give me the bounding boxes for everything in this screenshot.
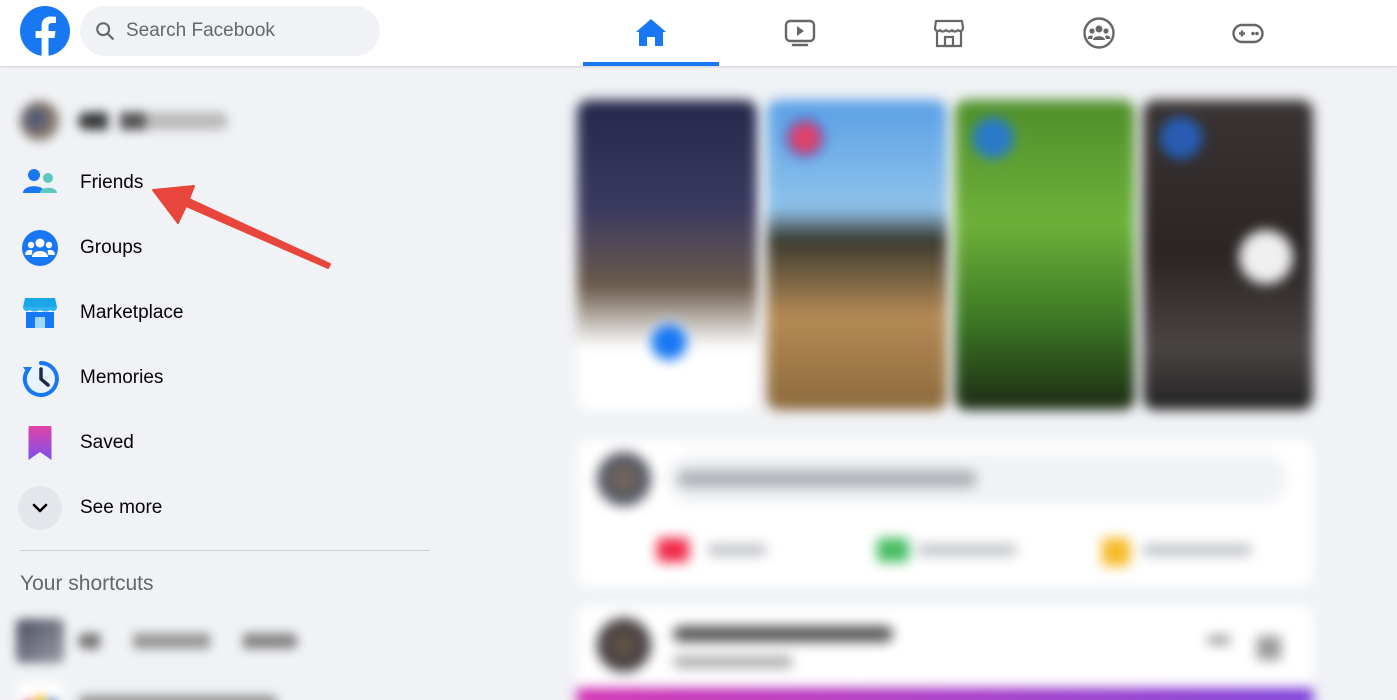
tab-marketplace[interactable] (881, 0, 1017, 66)
tab-groups[interactable] (1031, 0, 1167, 66)
story-card[interactable] (1143, 100, 1313, 410)
shortcuts-heading: Your shortcuts (20, 572, 154, 595)
tab-home[interactable] (583, 0, 719, 66)
avatar (16, 617, 64, 665)
see-more-icon-wrap (16, 484, 64, 532)
story-card[interactable] (955, 100, 1135, 410)
saved-icon (16, 419, 64, 467)
search-icon (96, 22, 114, 40)
facebook-logo-icon[interactable] (20, 6, 70, 56)
store-icon (933, 19, 965, 48)
left-sidebar: Friends Groups Marketplace Memories Save… (0, 66, 450, 700)
sidebar-item-marketplace[interactable]: Marketplace (16, 284, 436, 342)
tab-watch[interactable] (732, 0, 868, 66)
shortcut-item[interactable] (16, 674, 436, 700)
gamepad-icon (1232, 23, 1264, 44)
sidebar-item-memories[interactable]: Memories (16, 349, 436, 407)
sidebar-item-friends[interactable]: Friends (16, 154, 436, 212)
sidebar-item-groups[interactable]: Groups (16, 219, 436, 277)
search-input[interactable] (126, 20, 366, 42)
groups-icon (1083, 17, 1115, 49)
tab-gaming[interactable] (1180, 0, 1316, 66)
shortcut-item[interactable] (16, 612, 436, 670)
create-story-card[interactable] (577, 100, 757, 410)
chevron-down-icon (18, 486, 62, 530)
home-icon (636, 19, 666, 46)
avatar (16, 97, 64, 145)
memories-icon (16, 354, 64, 402)
sidebar-item-saved[interactable]: Saved (16, 414, 436, 472)
see-more-button[interactable]: See more (16, 479, 436, 537)
sidebar-item-label: Memories (80, 367, 164, 388)
profile-link[interactable] (16, 92, 436, 150)
sidebar-item-label: Marketplace (80, 302, 184, 323)
story-card[interactable] (767, 100, 947, 410)
video-icon (784, 19, 816, 47)
avatar (16, 679, 64, 700)
sidebar-item-label: Groups (80, 237, 143, 258)
post-composer (577, 440, 1313, 586)
sidebar-item-label: Friends (80, 172, 144, 193)
search-bar[interactable] (80, 6, 380, 56)
groups-icon (16, 224, 64, 272)
sidebar-divider (20, 550, 430, 551)
marketplace-icon (16, 289, 64, 337)
feed-post (577, 606, 1313, 700)
sidebar-item-label: Saved (80, 432, 134, 453)
sidebar-item-label: See more (80, 497, 163, 518)
top-navigation-bar (0, 0, 1397, 66)
friends-icon (16, 159, 64, 207)
